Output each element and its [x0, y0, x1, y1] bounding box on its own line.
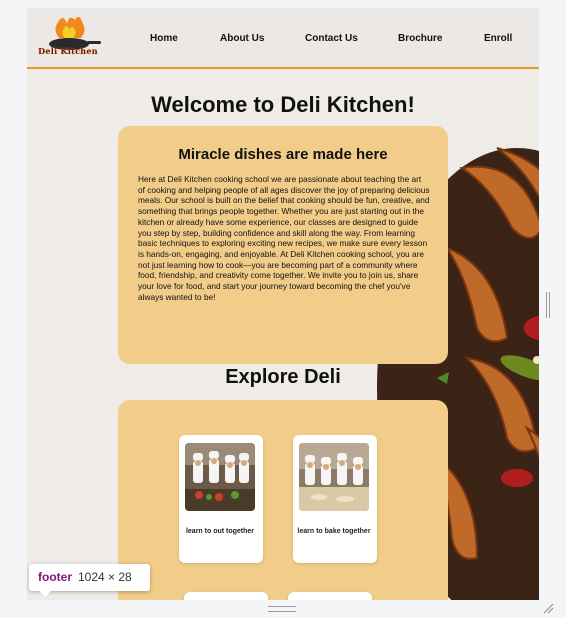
explore-tile[interactable]: learn to bake together [293, 435, 377, 563]
explore-tile[interactable] [288, 592, 372, 600]
nav-contact-link[interactable]: Contact Us [305, 33, 358, 44]
nav-about-link[interactable]: About Us [220, 33, 264, 44]
logo-text: Deli Kitchen [38, 46, 98, 56]
tile-caption: learn to out together [185, 528, 255, 535]
devtools-element-tooltip: footer 1024 × 28 [29, 564, 150, 591]
nav-enroll-link[interactable]: Enroll [484, 33, 512, 44]
vertical-resize-handle[interactable] [546, 292, 550, 318]
nav-home-link[interactable]: Home [150, 33, 178, 44]
nav-brochure-link[interactable]: Brochure [398, 33, 442, 44]
explore-card: learn to out together learn to bake toge… [118, 400, 448, 600]
page-title: Welcome to Deli Kitchen! [151, 92, 415, 117]
explore-tile[interactable] [184, 592, 268, 600]
tooltip-arrow [38, 590, 52, 597]
about-body: Here at Deli Kitchen cooking school we a… [138, 174, 430, 302]
logo-pan-flame-icon[interactable] [39, 14, 103, 64]
chefs-cooking-photo [185, 443, 255, 511]
about-card: Miracle dishes are made here Here at Del… [118, 126, 448, 364]
browser-frame: Deli Kitchen Home About Us Contact Us Br… [0, 0, 566, 618]
explore-tile[interactable]: learn to out together [179, 435, 263, 563]
about-heading: Miracle dishes are made here [178, 146, 388, 163]
page-viewport: Deli Kitchen Home About Us Contact Us Br… [27, 8, 539, 600]
explore-title: Explore Deli [225, 366, 341, 388]
horizontal-resize-handle[interactable] [268, 606, 296, 612]
chefs-baking-photo [299, 443, 369, 511]
tooltip-tag: footer [38, 570, 72, 584]
tile-caption: learn to bake together [297, 528, 371, 535]
site-header: Deli Kitchen Home About Us Contact Us Br… [27, 8, 539, 69]
corner-resize-icon[interactable] [542, 602, 554, 614]
tooltip-dimensions: 1024 × 28 [78, 570, 132, 584]
